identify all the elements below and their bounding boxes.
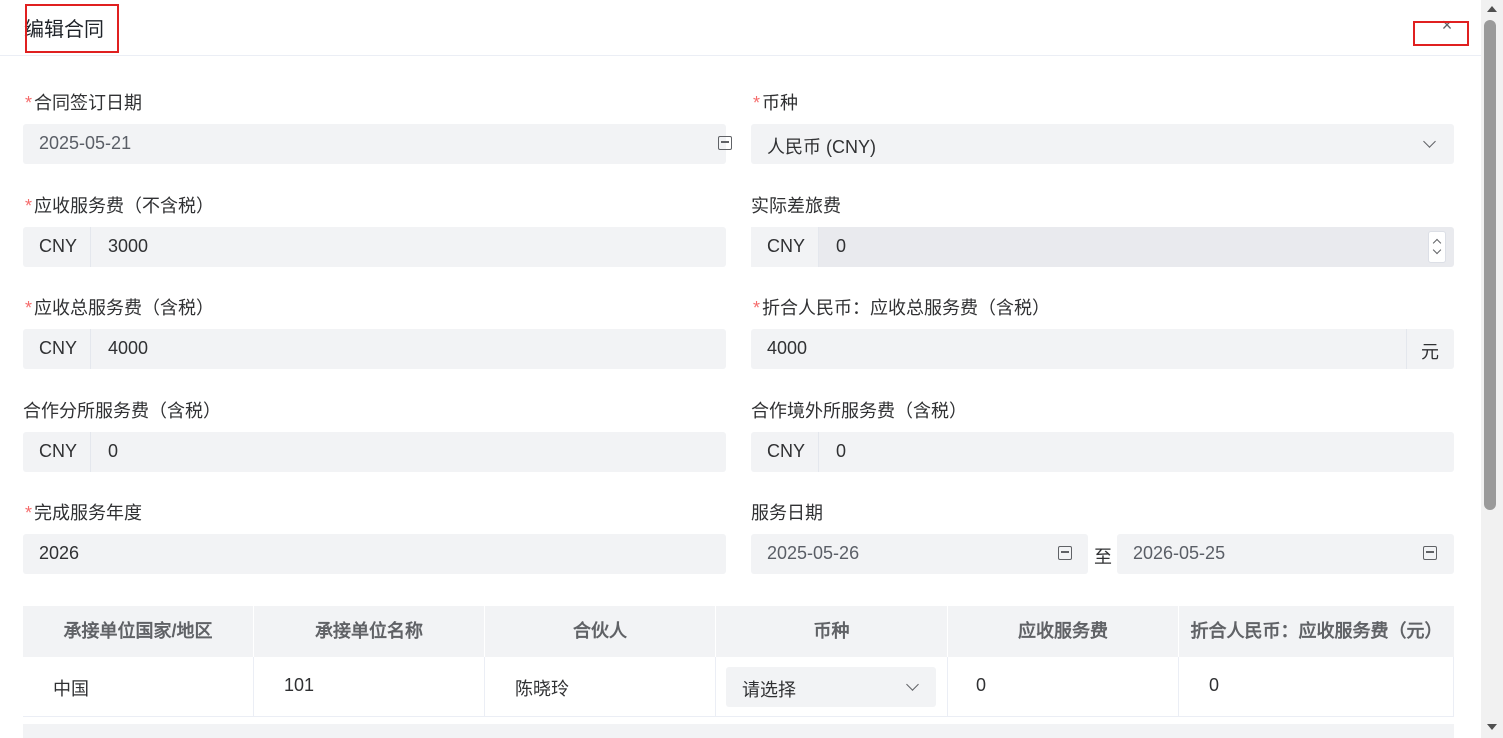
table-cell: 请选择 (716, 657, 948, 717)
row-currency-placeholder: 请选择 (742, 680, 796, 700)
receivable-total-label: * 应收总服务费（含税） (25, 298, 215, 318)
decrement-icon[interactable] (1432, 245, 1442, 255)
service-period-label: 服务日期 (751, 503, 823, 523)
receivable-total-input[interactable]: CNY 4000 (23, 329, 726, 369)
table-cell: 陈晓玲 (485, 657, 716, 717)
table-header: 承接单位国家/地区 承接单位名称 合伙人 币种 应收服务费 折合人民币：应收服务… (23, 606, 1454, 657)
service-start-date-picker[interactable]: 2025-05-26 (751, 534, 1088, 574)
service-end-date-picker[interactable]: 2026-05-25 (1117, 534, 1454, 574)
completion-year-input[interactable]: 2026 (23, 534, 726, 574)
dialog-header: 编辑合同 × (0, 0, 1481, 56)
sign-date-picker[interactable]: 2025-05-21 (23, 124, 732, 164)
required-mark: * (25, 298, 33, 318)
contractor-name-cell: 101 (284, 675, 315, 695)
chevron-down-icon (1423, 135, 1436, 148)
calendar-icon (718, 136, 732, 150)
travel-fee-value: 0 (836, 236, 847, 256)
required-mark: * (753, 93, 761, 113)
table-cell: 中国 (23, 657, 254, 717)
rmb-fee-cell: 0 (1209, 675, 1220, 695)
currency-prefix: CNY (23, 329, 91, 369)
row-currency-select[interactable]: 请选择 (726, 667, 936, 707)
sign-date-value: 2025-05-21 (39, 133, 132, 153)
column-header: 承接单位国家/地区 (23, 606, 254, 657)
title-highlight-box (25, 4, 119, 53)
currency-prefix: CNY (751, 227, 819, 267)
close-highlight-box (1413, 21, 1469, 46)
column-header: 折合人民币：应收服务费（元） (1190, 621, 1443, 641)
fee-cell[interactable]: 0 (976, 675, 986, 696)
currency-prefix: CNY (23, 227, 91, 267)
service-start-value: 2025-05-26 (767, 543, 860, 563)
table-cell: 0 (1179, 657, 1454, 717)
vertical-scrollbar[interactable] (1481, 0, 1503, 738)
currency-prefix: CNY (23, 432, 91, 472)
scroll-down-icon[interactable] (1487, 724, 1497, 730)
column-header: 币种 (716, 606, 948, 657)
rmb-total-input[interactable]: 4000 元 (751, 329, 1454, 369)
column-header: 应收服务费 (948, 606, 1179, 657)
partner-cell: 陈晓玲 (515, 679, 569, 699)
branch-fee-value: 0 (108, 441, 119, 461)
receivable-total-value: 4000 (108, 338, 149, 358)
country-cell: 中国 (53, 679, 89, 699)
receivable-fee-label: * 应收服务费（不含税） (25, 196, 215, 216)
table-cell: 0 (948, 657, 1179, 717)
sign-date-label: * 合同签订日期 (25, 93, 143, 113)
scroll-thumb[interactable] (1484, 20, 1496, 510)
overseas-fee-input[interactable]: CNY 0 (751, 432, 1454, 472)
overseas-fee-value: 0 (836, 441, 847, 461)
completion-year-value: 2026 (39, 543, 80, 563)
branch-fee-input[interactable]: CNY 0 (23, 432, 726, 472)
receivable-fee-value: 3000 (108, 236, 149, 256)
column-header: 合伙人 (485, 606, 716, 657)
receivable-fee-input[interactable]: CNY 3000 (23, 227, 726, 267)
chevron-down-icon (906, 678, 919, 691)
calendar-icon (1058, 546, 1072, 560)
currency-label: * 币种 (753, 93, 799, 113)
travel-fee-input[interactable]: CNY 0 (751, 227, 1454, 267)
required-mark: * (753, 298, 761, 318)
branch-fee-label: 合作分所服务费（含税） (23, 401, 221, 421)
overseas-fee-label: 合作境外所服务费（含税） (751, 401, 967, 421)
rmb-total-label: * 折合人民币：应收总服务费（含税） (753, 298, 1051, 318)
scroll-up-icon[interactable] (1487, 6, 1497, 12)
required-mark: * (25, 93, 33, 113)
table-row: 中国 101 陈晓玲 请选择 0 0 (23, 657, 1454, 717)
service-end-value: 2026-05-25 (1133, 543, 1226, 563)
number-stepper[interactable] (1428, 231, 1446, 263)
currency-select[interactable]: 人民币 (CNY) (751, 124, 1454, 164)
table-cell: 101 (254, 657, 485, 717)
required-mark: * (25, 196, 33, 216)
required-mark: * (25, 503, 33, 523)
travel-fee-label: 实际差旅费 (751, 196, 841, 216)
table-row (23, 724, 1454, 738)
currency-value: 人民币 (CNY) (767, 137, 876, 157)
calendar-icon (1423, 546, 1437, 560)
column-header: 承接单位名称 (254, 606, 485, 657)
unit-suffix: 元 (1406, 329, 1454, 369)
completion-year-label: * 完成服务年度 (25, 503, 143, 523)
date-range-separator: 至 (1094, 547, 1112, 567)
rmb-total-value: 4000 (767, 338, 808, 358)
currency-prefix: CNY (751, 432, 819, 472)
